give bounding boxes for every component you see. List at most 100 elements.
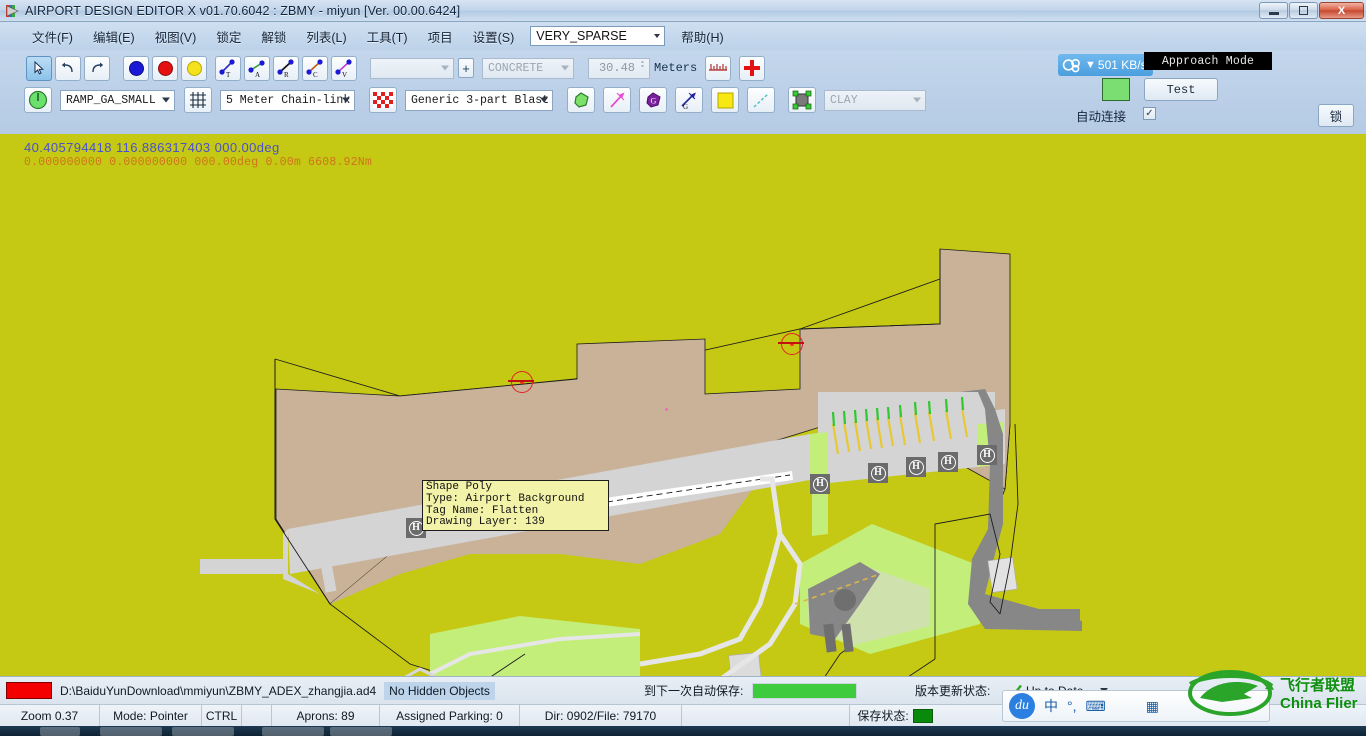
ime-keyboard-icon[interactable]: ⌨ [1086, 698, 1106, 715]
magenta-arrow-button[interactable] [603, 87, 631, 113]
hidden-objects-badge[interactable]: No Hidden Objects [384, 682, 495, 700]
link-runway-r-button[interactable]: R [273, 56, 299, 81]
menu-settings[interactable]: 设置(S) [463, 23, 525, 50]
blast-type-value: Generic 3-part Blast l [411, 94, 553, 107]
taskbar-item[interactable] [330, 727, 392, 736]
status-save-label: 保存状态: [850, 705, 940, 727]
density-combo[interactable]: VERY_SPARSE [530, 26, 665, 46]
runway-end-marker[interactable] [781, 333, 803, 355]
dashed-line-button[interactable] [747, 87, 775, 113]
fence-type-combo[interactable]: 5 Meter Chain-link w: [220, 90, 355, 111]
status-dir-file: Dir: 0902/File: 79170 [520, 705, 682, 727]
network-speed-value: 501 KB/s [1098, 58, 1147, 72]
chevron-down-icon [540, 98, 548, 103]
taskbar-item[interactable] [100, 727, 162, 736]
link-vehicle-v-button[interactable]: V [331, 56, 357, 81]
menu-file[interactable]: 文件(F) [22, 23, 83, 50]
logo-text-en: China Flier [1280, 695, 1358, 712]
map-canvas[interactable]: 40.405794418 116.886317403 000.00deg 0.0… [0, 134, 1366, 676]
menu-unlock[interactable]: 解锁 [251, 23, 296, 50]
redo-button[interactable] [84, 56, 110, 81]
menu-project[interactable]: 项目 [418, 23, 463, 50]
menu-list[interactable]: 列表(L) [296, 23, 356, 50]
auto-connect-checkbox[interactable]: ✓ [1143, 107, 1156, 120]
lock-button[interactable]: 锁 [1318, 104, 1354, 127]
taskbar-item[interactable] [172, 727, 234, 736]
chevron-down-icon [561, 66, 569, 71]
helipad-marker[interactable]: H [977, 445, 997, 465]
ruler-button[interactable] [705, 56, 731, 81]
status-parking: Assigned Parking: 0 [380, 705, 520, 727]
width-stepper[interactable]: 30.48 [588, 58, 650, 79]
density-combo-value: VERY_SPARSE [536, 29, 627, 43]
status-spacer-2 [682, 705, 850, 727]
status-spacer-1 [242, 705, 272, 727]
magenta-point-marker[interactable] [665, 408, 668, 411]
link-connector-c-button[interactable]: C [302, 56, 328, 81]
menu-bar: 文件(F) 编辑(E) 视图(V) 锁定 解锁 列表(L) 工具(T) 项目 设… [0, 22, 1366, 50]
ime-punctuation-button[interactable]: °, [1067, 698, 1077, 714]
title-bar: AIRPORT DESIGN EDITOR X v01.70.6042 : ZB… [0, 0, 1366, 22]
yellow-square-button[interactable] [711, 87, 739, 113]
nav-arrow-g-button[interactable]: G [675, 87, 703, 113]
runway-end-marker[interactable] [511, 371, 533, 393]
select-box-button[interactable] [788, 87, 816, 113]
menu-edit[interactable]: 编辑(E) [83, 23, 145, 50]
airport-diagram [0, 134, 1366, 676]
menu-tools[interactable]: 工具(T) [357, 23, 418, 50]
taskbar-item[interactable] [40, 727, 80, 736]
surface-combo-value: CONCRETE [488, 62, 543, 75]
chevron-down-icon [654, 34, 660, 38]
helipad-label: H [909, 460, 924, 475]
ime-toolbox-icon[interactable]: ▦ [1146, 698, 1159, 715]
purple-node-button[interactable]: G [639, 87, 667, 113]
helipad-marker[interactable]: H [938, 452, 958, 472]
green-polygon-button[interactable] [567, 87, 595, 113]
status-ctrl: CTRL [202, 705, 242, 727]
coordinate-readout-primary: 40.405794418 116.886317403 000.00deg [24, 140, 280, 155]
helipad-marker[interactable]: H [906, 457, 926, 477]
surface-combo[interactable]: CONCRETE [482, 58, 574, 79]
unit-label: Meters [654, 61, 697, 75]
red-cross-button[interactable] [739, 56, 765, 81]
blue-node-button[interactable] [123, 56, 149, 81]
baidu-ime-icon[interactable]: du [1009, 693, 1035, 719]
tooltip-line-type: Type: Airport Background [426, 494, 605, 506]
chevron-down-icon [913, 98, 921, 103]
link-apron-a-button[interactable]: A [244, 56, 270, 81]
checker-button[interactable] [369, 87, 397, 113]
add-button[interactable]: + [458, 58, 474, 78]
red-node-button[interactable] [152, 56, 178, 81]
undo-button[interactable] [55, 56, 81, 81]
parking-type-combo[interactable]: RAMP_GA_SMALL [60, 90, 175, 111]
yellow-node-button[interactable] [181, 56, 207, 81]
approach-mode-badge[interactable]: Approach Mode [1144, 52, 1272, 70]
pointer-tool-button[interactable] [26, 56, 52, 81]
helipad-marker[interactable]: H [810, 474, 830, 494]
baidu-cloud-icon [1062, 57, 1082, 73]
save-status-indicator [913, 709, 933, 723]
helipad-marker[interactable]: H [868, 463, 888, 483]
grid-button[interactable] [184, 87, 212, 113]
test-button[interactable]: Test [1144, 78, 1218, 101]
menu-view[interactable]: 视图(V) [145, 23, 207, 50]
blast-type-combo[interactable]: Generic 3-part Blast l [405, 90, 553, 111]
spinner-arrows-icon[interactable] [638, 60, 647, 68]
maximize-button[interactable] [1289, 2, 1318, 19]
compass-button[interactable] [24, 87, 52, 113]
close-button[interactable]: X [1319, 2, 1364, 19]
menu-help[interactable]: 帮助(H) [671, 23, 733, 50]
material-combo[interactable]: CLAY [824, 90, 926, 111]
helipad-label: H [941, 455, 956, 470]
minimize-button[interactable] [1259, 2, 1288, 19]
network-speed-badge[interactable]: ▼ 501 KB/s [1058, 54, 1153, 76]
file-path-label: D:\BaiduYunDownload\mmiyun\ZBMY_ADEX_zha… [60, 684, 376, 698]
svg-text:C: C [313, 71, 318, 78]
link-type-combo[interactable] [370, 58, 454, 79]
ime-chinese-mode-button[interactable]: 中 [1044, 696, 1058, 716]
status-color-chip [1102, 78, 1130, 101]
material-combo-value: CLAY [830, 94, 858, 107]
link-taxiway-t-button[interactable]: T [215, 56, 241, 81]
menu-lock[interactable]: 锁定 [206, 23, 251, 50]
taskbar-item[interactable] [262, 727, 324, 736]
